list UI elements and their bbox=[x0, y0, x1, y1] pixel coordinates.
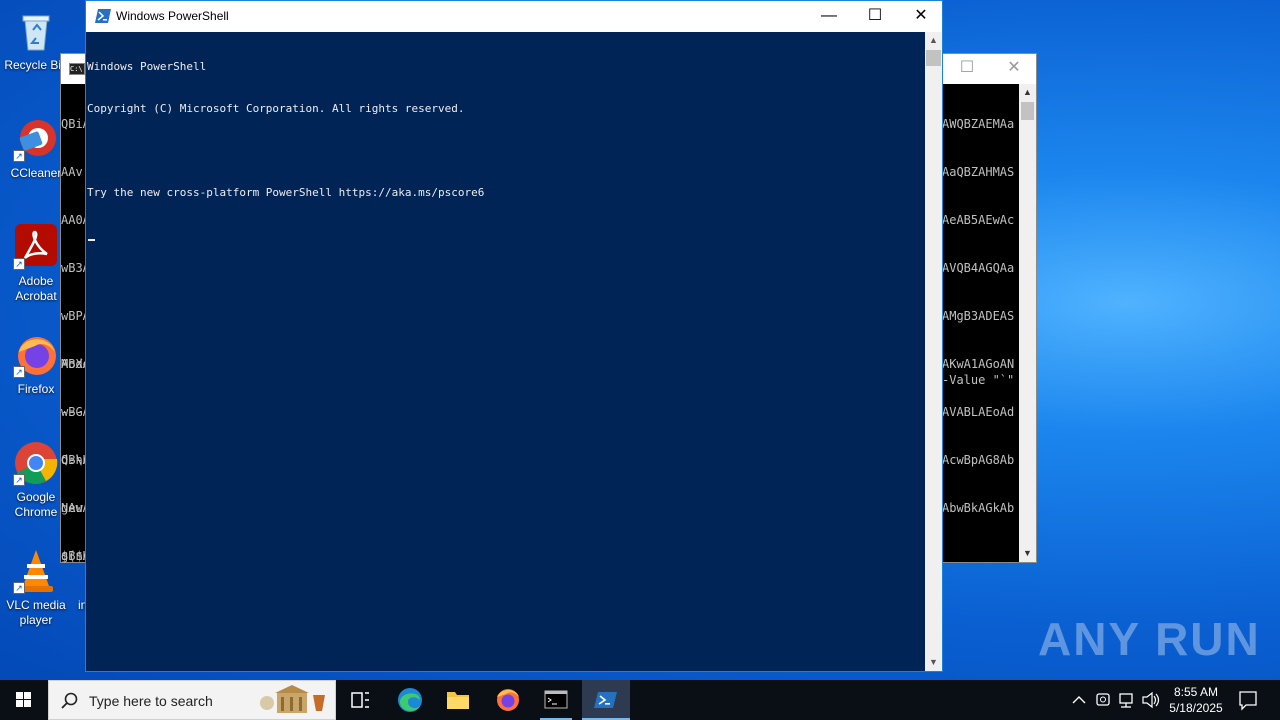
ccleaner-icon: ↗ bbox=[13, 116, 59, 162]
console-line: AbwBkAGkAb bbox=[942, 501, 1015, 515]
google-chrome-icon: ↗ bbox=[13, 440, 59, 486]
console-line: AVQB4AGQAa bbox=[942, 261, 1015, 275]
windows-logo-icon bbox=[16, 692, 31, 707]
taskbar-file-explorer[interactable] bbox=[434, 680, 482, 720]
scroll-up-arrow-icon[interactable]: ▲ bbox=[1019, 84, 1036, 101]
console-line: AeAB5AEwAc bbox=[942, 213, 1015, 227]
scrollbar-thumb[interactable] bbox=[1021, 102, 1034, 120]
recycle-bin-icon bbox=[13, 8, 59, 54]
console-scrollbar[interactable]: ▲ ▼ bbox=[1019, 84, 1036, 562]
console-app-icon: C:\ bbox=[69, 63, 85, 75]
console-line: Copyright (C) Microsoft Corporation. All… bbox=[87, 102, 465, 115]
vlc-cone-icon: ↗ bbox=[13, 548, 59, 594]
console-right-text: AWQBZAEMAa AaQBZAHMAS AeAB5AEwAc AVQB4AG… bbox=[942, 84, 1014, 548]
task-view-button[interactable] bbox=[336, 680, 384, 720]
console-line: Try the new cross-platform PowerShell ht… bbox=[87, 186, 485, 199]
tray-security-icon-button[interactable] bbox=[1092, 680, 1114, 720]
scroll-down-arrow-icon[interactable]: ▼ bbox=[925, 654, 942, 671]
shortcut-arrow-icon: ↗ bbox=[13, 258, 25, 270]
taskbar-powershell[interactable] bbox=[582, 680, 630, 720]
powershell-icon bbox=[95, 9, 111, 28]
taskbar-firefox[interactable] bbox=[484, 680, 532, 720]
scroll-up-arrow-icon[interactable]: ▲ bbox=[925, 32, 942, 49]
task-view-icon bbox=[351, 692, 369, 708]
adobe-acrobat-icon: ↗ bbox=[13, 224, 59, 270]
console-line: AWQBZAEMAa bbox=[942, 117, 1015, 131]
firefox-icon: ↗ bbox=[13, 332, 59, 378]
powershell-console[interactable]: Windows PowerShell Copyright (C) Microso… bbox=[86, 32, 925, 671]
speaker-icon bbox=[1142, 691, 1160, 709]
start-button[interactable] bbox=[0, 680, 48, 720]
powershell-icon bbox=[594, 692, 617, 708]
taskbar-edge[interactable] bbox=[386, 680, 434, 720]
console-line: AKwA1AGoAN bbox=[942, 357, 1015, 371]
scrollbar-thumb[interactable] bbox=[926, 50, 941, 66]
shortcut-arrow-icon: ↗ bbox=[13, 150, 25, 162]
show-hidden-icons-button[interactable] bbox=[1068, 680, 1090, 720]
desktop-icon-label: VLC media player bbox=[6, 598, 66, 627]
powershell-window[interactable]: Windows PowerShell — ☐ ✕ Windows PowerSh… bbox=[85, 0, 943, 672]
search-highlight-image bbox=[257, 683, 331, 720]
shortcut-arrow-icon: ↗ bbox=[13, 366, 25, 378]
cursor-line bbox=[87, 228, 924, 242]
close-button[interactable]: ✕ bbox=[991, 54, 1037, 84]
console-value-text: -Value "`" bbox=[942, 373, 1015, 387]
chevron-up-icon bbox=[1072, 696, 1086, 704]
window-title: Windows PowerShell bbox=[116, 9, 229, 23]
console-line: AaQBZAHMAS bbox=[942, 165, 1015, 179]
search-placeholder: Type here to search bbox=[89, 693, 213, 709]
clock-time: 8:55 AM bbox=[1173, 685, 1219, 699]
taskbar: Type here to search 8:55 AM 5/18/2025 bbox=[0, 680, 1280, 720]
clock-date: 5/18/2025 bbox=[1169, 701, 1223, 715]
firefox-icon bbox=[497, 689, 519, 711]
console-line: AVABLAEoAd bbox=[942, 405, 1015, 419]
minimize-button[interactable]: — bbox=[806, 1, 852, 32]
tray-volume-button[interactable] bbox=[1140, 680, 1162, 720]
taskbar-cmd[interactable] bbox=[532, 680, 580, 720]
edge-icon bbox=[398, 688, 422, 712]
scroll-down-arrow-icon[interactable]: ▼ bbox=[1019, 545, 1036, 562]
maximize-button[interactable]: ☐ bbox=[944, 54, 990, 84]
shortcut-arrow-icon: ↗ bbox=[13, 474, 25, 486]
shortcut-arrow-icon: ↗ bbox=[13, 582, 25, 594]
console-line: Windows PowerShell bbox=[87, 60, 207, 73]
shield-icon bbox=[1096, 693, 1110, 706]
close-button[interactable]: ✕ bbox=[898, 1, 944, 32]
taskbar-clock[interactable]: 8:55 AM 5/18/2025 bbox=[1160, 684, 1232, 716]
anyrun-watermark: ANY RUN bbox=[1038, 613, 1261, 665]
maximize-button[interactable]: ☐ bbox=[852, 1, 898, 32]
folder-icon bbox=[447, 692, 469, 709]
console-line: AMgB3ADEAS bbox=[942, 309, 1015, 323]
tray-network-button[interactable] bbox=[1116, 680, 1138, 720]
search-icon bbox=[61, 692, 79, 715]
network-icon bbox=[1119, 693, 1133, 708]
text-cursor bbox=[88, 239, 95, 241]
powershell-titlebar[interactable]: Windows PowerShell — ☐ ✕ bbox=[86, 1, 942, 32]
notification-icon bbox=[1239, 691, 1257, 711]
taskbar-search-box[interactable]: Type here to search bbox=[48, 680, 336, 720]
action-center-button[interactable] bbox=[1234, 680, 1262, 720]
powershell-scrollbar[interactable]: ▲ ▼ bbox=[925, 32, 942, 671]
console-line: AcwBpAG8Ab bbox=[942, 453, 1015, 467]
command-prompt-icon bbox=[544, 690, 568, 709]
